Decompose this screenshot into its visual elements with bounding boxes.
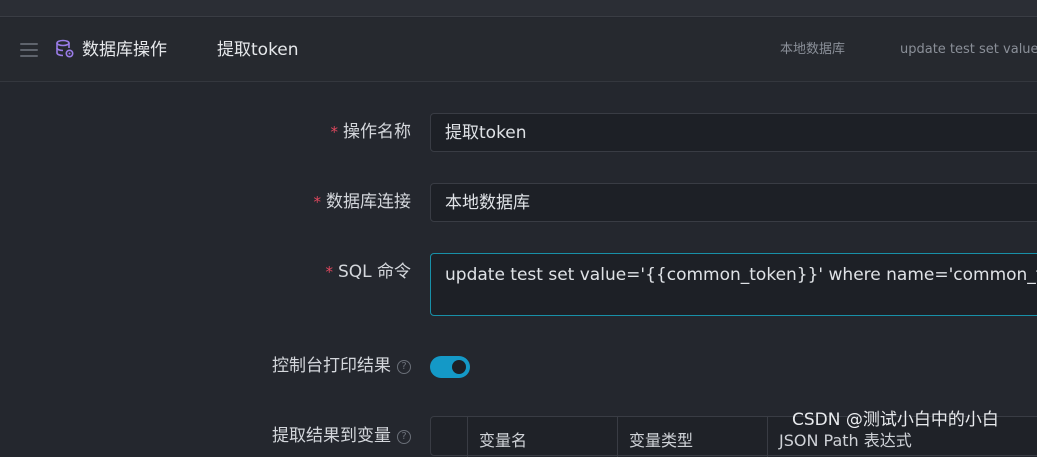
operation-name-label: * 操作名称: [330, 122, 412, 142]
print-result-toggle[interactable]: [430, 356, 470, 378]
operation-name-input[interactable]: 提取token: [430, 113, 1037, 152]
extract-result-label: 提取结果到变量?: [272, 424, 411, 448]
node-header: 数据库操作 提取token 本地数据库 update test set valu…: [0, 18, 1037, 82]
node-type-title: 数据库操作: [82, 40, 167, 60]
required-mark: *: [313, 193, 322, 211]
column-divider: [767, 417, 768, 457]
required-mark: *: [330, 123, 339, 141]
node-name[interactable]: 提取token: [217, 38, 299, 62]
top-strip: [0, 0, 1037, 17]
sql-command-label: * SQL 命令: [325, 262, 411, 282]
header-sql-preview: update test set value='{{common_token}}'…: [900, 42, 1037, 57]
column-header-var-type: 变量类型: [629, 431, 694, 450]
sql-command-textarea[interactable]: update test set value='{{common_token}}'…: [430, 253, 1037, 316]
header-connection: 本地数据库: [780, 42, 846, 57]
db-connection-label: * 数据库连接: [313, 192, 412, 212]
toggle-knob: [452, 360, 466, 374]
question-circle-icon[interactable]: ?: [397, 360, 411, 374]
db-connection-select[interactable]: 本地数据库: [430, 183, 1037, 222]
column-divider: [467, 417, 468, 457]
column-divider: [617, 417, 618, 457]
csdn-watermark: CSDN @测试小白中的小白: [792, 410, 999, 430]
question-circle-icon[interactable]: ?: [397, 430, 411, 444]
column-header-var-name: 变量名: [479, 431, 528, 450]
required-mark: *: [325, 263, 333, 281]
column-header-json-path: JSON Path 表达式: [779, 431, 912, 450]
hamburger-icon[interactable]: [20, 43, 38, 57]
print-result-label: 控制台打印结果?: [272, 354, 411, 378]
database-gear-icon: [56, 39, 74, 58]
